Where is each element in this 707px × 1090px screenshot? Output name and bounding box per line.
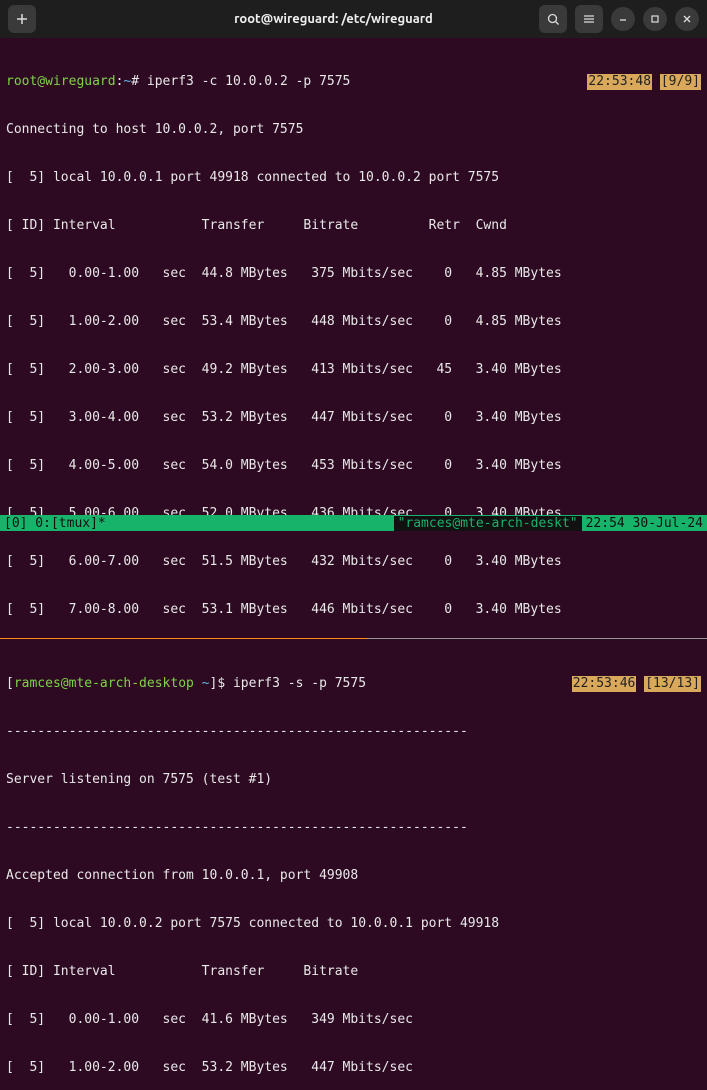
prompt-sigil: $ (217, 676, 225, 692)
maximize-button[interactable] (643, 7, 667, 31)
command-text: iperf3 -s -p 7575 (233, 676, 366, 692)
prompt-colon: : (116, 74, 124, 90)
new-tab-button[interactable] (8, 5, 36, 33)
table-row: [ 5] 0.00-1.00 sec 41.6 MBytes 349 Mbits… (6, 1012, 413, 1028)
window-titlebar: root@wireguard: /etc/wireguard (0, 0, 707, 38)
pane-clock: 22:53:48 (587, 74, 652, 90)
dash-line: ----------------------------------------… (6, 724, 468, 740)
pane-clock: 22:53:46 (572, 676, 637, 692)
tmux-statusbar: [0] 0:[tmux]* "ramces@mte-arch-deskt" 22… (0, 515, 707, 531)
prompt-sigil: # (131, 74, 139, 90)
table-header: [ ID] Interval Transfer Bitrate Retr Cwn… (6, 218, 507, 234)
output-line: [ 5] local 10.0.0.2 port 7575 connected … (6, 916, 499, 932)
pane-history-index: [13/13] (644, 676, 701, 692)
prompt-path: ~ (202, 676, 210, 692)
table-row: [ 5] 0.00-1.00 sec 44.8 MBytes 375 Mbits… (6, 266, 562, 282)
tmux-host: "ramces@mte-arch-deskt" (394, 516, 582, 531)
pane-history-index: [9/9] (660, 74, 701, 90)
terminal-pane-bottom[interactable]: [ramces@mte-arch-desktop ~]$ iperf3 -s -… (0, 644, 707, 1090)
dash-line: ----------------------------------------… (6, 820, 468, 836)
tmux-datetime: 22:54 30-Jul-24 (586, 516, 703, 531)
prompt-user: ramces@mte-arch-desktop (14, 676, 194, 692)
tmux-session-windows[interactable]: [0] 0:[tmux]* (4, 516, 106, 531)
table-row: [ 5] 1.00-2.00 sec 53.2 MBytes 447 Mbits… (6, 1060, 413, 1076)
command-text: iperf3 -c 10.0.0.2 -p 7575 (147, 74, 351, 90)
pane-divider[interactable] (0, 634, 707, 644)
prompt-path: ~ (123, 74, 131, 90)
window-title: root@wireguard: /etc/wireguard (136, 12, 531, 26)
output-line: Server listening on 7575 (test #1) (6, 772, 272, 788)
table-row: [ 5] 2.00-3.00 sec 49.2 MBytes 413 Mbits… (6, 362, 562, 378)
minimize-button[interactable] (611, 7, 635, 31)
output-line: Connecting to host 10.0.0.2, port 7575 (6, 122, 303, 138)
table-row: [ 5] 6.00-7.00 sec 51.5 MBytes 432 Mbits… (6, 554, 562, 570)
prompt-bracket: ] (210, 676, 218, 692)
search-button[interactable] (539, 5, 567, 33)
prompt-bracket: [ (6, 676, 14, 692)
table-row: [ 5] 4.00-5.00 sec 54.0 MBytes 453 Mbits… (6, 458, 562, 474)
table-row: [ 5] 1.00-2.00 sec 53.4 MBytes 448 Mbits… (6, 314, 562, 330)
prompt-user: root@wireguard (6, 74, 116, 90)
table-header: [ ID] Interval Transfer Bitrate (6, 964, 358, 980)
table-row: [ 5] 7.00-8.00 sec 53.1 MBytes 446 Mbits… (6, 602, 562, 618)
output-line: [ 5] local 10.0.0.1 port 49918 connected… (6, 170, 499, 186)
close-button[interactable] (675, 7, 699, 31)
menu-button[interactable] (575, 5, 603, 33)
table-row: [ 5] 3.00-4.00 sec 53.2 MBytes 447 Mbits… (6, 410, 562, 426)
output-line: Accepted connection from 10.0.0.1, port … (6, 868, 358, 884)
